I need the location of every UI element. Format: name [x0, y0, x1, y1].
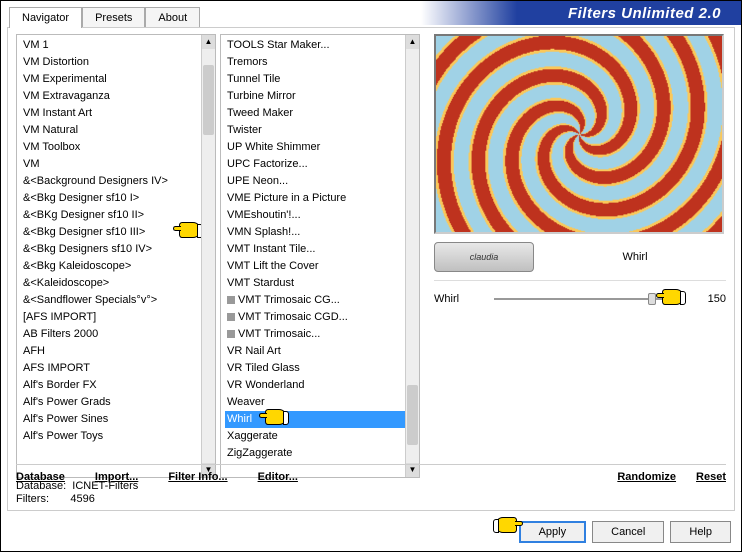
list-item[interactable]: VMN Splash!... — [225, 224, 405, 241]
list-item[interactable]: VMT Trimosaic CGD... — [225, 309, 405, 326]
list-item[interactable]: Twister — [225, 122, 405, 139]
list-item[interactable]: VM Toolbox — [21, 139, 201, 156]
preset-icon — [227, 330, 235, 338]
scrollbar[interactable]: ▲ ▼ — [201, 35, 215, 477]
tab-navigator[interactable]: Navigator — [9, 7, 82, 28]
list-item[interactable]: VR Nail Art — [225, 343, 405, 360]
preset-icon — [227, 296, 235, 304]
list-item[interactable]: VR Tiled Glass — [225, 360, 405, 377]
list-item[interactable]: TOOLS Star Maker... — [225, 37, 405, 54]
list-item[interactable]: VMEshoutin'!... — [225, 207, 405, 224]
list-item[interactable]: VME Picture in a Picture — [225, 190, 405, 207]
link-button[interactable]: Reset — [696, 471, 726, 483]
list-item[interactable]: &<BKg Designer sf10 II> — [21, 207, 201, 224]
list-item[interactable]: Alf's Power Grads — [21, 394, 201, 411]
list-item[interactable]: &<Bkg Designer sf10 I> — [21, 190, 201, 207]
list-item[interactable]: Xaggerate — [225, 428, 405, 445]
list-item[interactable]: Tweed Maker — [225, 105, 405, 122]
list-item[interactable]: AFH — [21, 343, 201, 360]
slider-thumb[interactable] — [648, 293, 656, 305]
category-list[interactable]: VM 1VM DistortionVM ExperimentalVM Extra… — [16, 34, 216, 478]
status-bar: Database: ICNET-Filters Filters: 4596 — [16, 480, 138, 506]
list-item[interactable]: &<Sandflower Specials°v°> — [21, 292, 201, 309]
list-item[interactable]: ZigZaggerate — [225, 445, 405, 462]
list-item[interactable]: VM Distortion — [21, 54, 201, 71]
list-item[interactable]: VM Extravaganza — [21, 88, 201, 105]
list-item[interactable]: &<Background Designers IV> — [21, 173, 201, 190]
title-bar: Filters Unlimited 2.0 — [421, 1, 741, 25]
scroll-up-icon[interactable]: ▲ — [202, 35, 215, 49]
link-button[interactable]: Editor... — [258, 471, 298, 483]
list-item[interactable]: VMT Lift the Cover — [225, 258, 405, 275]
preset-icon — [227, 313, 235, 321]
list-item[interactable]: [AFS IMPORT] — [21, 309, 201, 326]
app-title: Filters Unlimited 2.0 — [568, 5, 721, 22]
list-item[interactable]: Alf's Power Sines — [21, 411, 201, 428]
list-item[interactable]: &<Kaleidoscope> — [21, 275, 201, 292]
param-label: Whirl — [434, 293, 484, 305]
list-item[interactable]: &<Bkg Designers sf10 IV> — [21, 241, 201, 258]
list-item[interactable]: UPC Factorize... — [225, 156, 405, 173]
list-item[interactable]: &<Bkg Kaleidoscope> — [21, 258, 201, 275]
tab-strip: NavigatorPresetsAbout — [9, 7, 200, 28]
param-value: 150 — [696, 293, 726, 305]
list-item[interactable]: UPE Neon... — [225, 173, 405, 190]
filter-list[interactable]: TOOLS Star Maker...TremorsTunnel TileTur… — [220, 34, 420, 478]
list-item[interactable]: &<Bkg Designer sf10 III> — [21, 224, 201, 241]
list-item[interactable]: VMT Trimosaic CG... — [225, 292, 405, 309]
param-slider[interactable] — [494, 289, 686, 309]
help-button[interactable]: Help — [670, 521, 731, 543]
preview-image — [434, 34, 724, 234]
list-item[interactable]: UP White Shimmer — [225, 139, 405, 156]
tab-presets[interactable]: Presets — [82, 7, 145, 28]
param-row: Whirl 150 — [434, 289, 726, 309]
link-button[interactable]: Filter Info... — [168, 471, 227, 483]
cancel-button[interactable]: Cancel — [592, 521, 664, 543]
list-item[interactable]: VM Instant Art — [21, 105, 201, 122]
list-item[interactable]: VR Wonderland — [225, 377, 405, 394]
main-panel: VM 1VM DistortionVM ExperimentalVM Extra… — [7, 27, 735, 511]
brand-logo: claudia — [434, 242, 534, 272]
list-item[interactable]: VM — [21, 156, 201, 173]
list-item[interactable]: AB Filters 2000 — [21, 326, 201, 343]
list-item[interactable]: Alf's Border FX — [21, 377, 201, 394]
list-item[interactable]: Alf's Power Toys — [21, 428, 201, 445]
scrollbar[interactable]: ▲ ▼ — [405, 35, 419, 477]
parameter-panel: Whirl 150 — [434, 280, 726, 315]
scroll-thumb[interactable] — [203, 65, 214, 135]
list-item[interactable]: Tunnel Tile — [225, 71, 405, 88]
scroll-up-icon[interactable]: ▲ — [406, 35, 419, 49]
list-item[interactable]: Weaver — [225, 394, 405, 411]
list-item[interactable]: AFS IMPORT — [21, 360, 201, 377]
list-item[interactable]: Turbine Mirror — [225, 88, 405, 105]
list-item[interactable]: VM Natural — [21, 122, 201, 139]
tab-about[interactable]: About — [145, 7, 200, 28]
filter-name-label: Whirl — [544, 251, 726, 263]
apply-button[interactable]: Apply — [519, 521, 587, 543]
list-item[interactable]: Whirl — [225, 411, 405, 428]
list-item[interactable]: Tremors — [225, 54, 405, 71]
list-item[interactable]: VMT Trimosaic... — [225, 326, 405, 343]
scroll-thumb[interactable] — [407, 385, 418, 445]
pointer-icon — [493, 517, 519, 539]
list-item[interactable]: VMT Stardust — [225, 275, 405, 292]
list-item[interactable]: VM Experimental — [21, 71, 201, 88]
list-item[interactable]: VMT Instant Tile... — [225, 241, 405, 258]
list-item[interactable]: VM 1 — [21, 37, 201, 54]
link-button[interactable]: Randomize — [617, 471, 676, 483]
pointer-icon — [660, 289, 686, 311]
